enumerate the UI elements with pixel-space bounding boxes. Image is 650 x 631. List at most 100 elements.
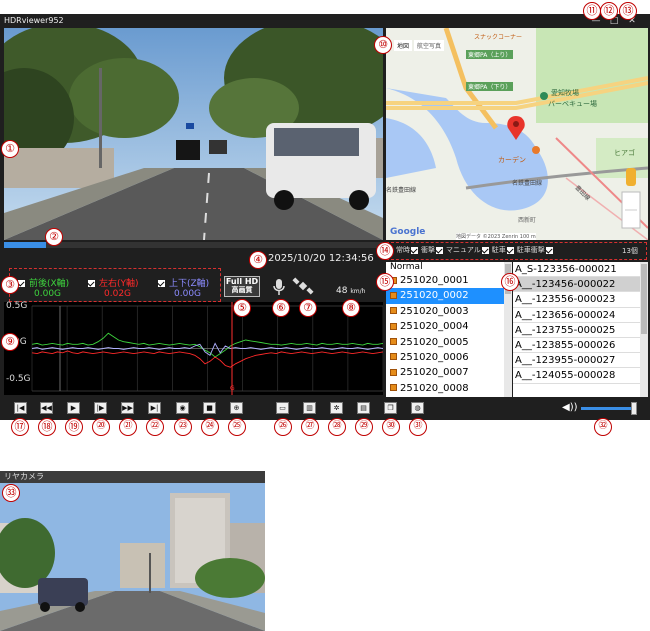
plate-list-item[interactable]: A__-123556-000023: [513, 292, 640, 308]
folder-button[interactable]: ▭: [276, 402, 289, 414]
file-icon: [390, 291, 397, 299]
filter-checkbox[interactable]: [411, 246, 418, 254]
speed-display: 48 km/h: [336, 286, 365, 296]
map-tab-satellite[interactable]: 航空写真: [414, 40, 445, 51]
map-tab-map[interactable]: 地図: [394, 40, 413, 51]
map-label: 名鉄豊田線: [512, 180, 543, 187]
graph-ylabel-bottom: -0.5G: [6, 374, 31, 384]
filter-option[interactable]: 衝撃: [421, 246, 443, 254]
checkbox-z[interactable]: [158, 280, 165, 287]
map-label: 西新町: [518, 217, 537, 224]
callout-marker-32: ㉜: [594, 418, 612, 436]
plate-list-item[interactable]: A_S-123356-000021: [513, 262, 640, 278]
callout-marker-33: ㉝: [2, 484, 20, 502]
window-button[interactable]: ❐: [384, 402, 397, 414]
rewind-icon: ◀◀: [41, 404, 52, 412]
plate-list-item[interactable]: A__-124055-000028: [513, 368, 640, 384]
callout-marker-10: ⑩: [374, 36, 392, 54]
file-icon: [390, 384, 397, 392]
plate-list-scrollbar[interactable]: [640, 262, 648, 397]
filter-option[interactable]: 常時: [396, 246, 418, 254]
playback-progress-bar[interactable]: [4, 242, 383, 248]
checkbox-x[interactable]: [18, 280, 25, 287]
skip-start-button[interactable]: |◀: [14, 402, 27, 414]
gsensor-y-toggle[interactable]: 左右(Y軸): [88, 276, 139, 289]
filter-checkbox[interactable]: [481, 246, 489, 254]
file-list-item[interactable]: 251020_0005: [386, 335, 504, 350]
callout-marker-21: ㉑: [119, 418, 137, 436]
snapshot-button[interactable]: ◉: [176, 402, 189, 414]
window-title: HDRviewer952: [4, 16, 64, 25]
rewind-button[interactable]: ◀◀: [40, 402, 53, 414]
plate-list[interactable]: A_S-123356-000021 A__-123456-000022 A__-12…: [513, 262, 640, 397]
rear-camera-title: リヤカメラ: [4, 472, 44, 481]
file-list-item[interactable]: 251020_0002: [386, 288, 504, 304]
datetime-display: 2025/10/20 12:34:56: [268, 253, 374, 264]
file-name: 251020_0007: [400, 367, 469, 379]
gsensor-z-toggle[interactable]: 上下(Z軸): [158, 276, 209, 289]
map-label: スナックコーナー: [474, 34, 523, 41]
delete-button[interactable]: ▥: [303, 402, 316, 414]
plate-list-item[interactable]: A__-123755-000025: [513, 323, 640, 338]
callout-marker-16: ⑯: [501, 273, 519, 291]
fast-forward-button[interactable]: ▶▶: [121, 402, 134, 414]
zoom-button[interactable]: ⊕: [230, 402, 243, 414]
microphone-icon[interactable]: [272, 278, 286, 296]
filter-option[interactable]: マニュアル: [446, 246, 489, 254]
graph-ylabel-top: 0.5G: [6, 301, 28, 311]
callout-marker-13: ⑬: [619, 2, 637, 20]
skip-end-button[interactable]: ▶|: [148, 402, 161, 414]
plate-list-item[interactable]: A__-123955-000027: [513, 353, 640, 369]
file-count: 13個: [622, 247, 638, 255]
map-label: バーベキュー場: [548, 100, 597, 108]
file-list-item[interactable]: 251020_0004: [386, 319, 504, 334]
gsensor-z-value: 0.00G: [174, 289, 202, 299]
filter-checkbox[interactable]: [506, 246, 514, 254]
filter-checkbox[interactable]: [545, 246, 553, 254]
file-list-header: Normal: [390, 262, 423, 272]
callout-marker-30: ㉚: [382, 418, 400, 436]
settings-button[interactable]: ✲: [330, 402, 343, 414]
filter-option[interactable]: 駐車: [492, 246, 514, 254]
callout-marker-4: ④: [249, 251, 267, 269]
plate-list-item[interactable]: A__-123656-000024: [513, 308, 640, 323]
skip-start-icon: |◀: [16, 404, 25, 412]
file-list-item[interactable]: 251020_0007: [386, 365, 504, 380]
file-list-item[interactable]: 251020_0008: [386, 381, 504, 396]
front-camera-video[interactable]: [4, 28, 383, 240]
volume-thumb[interactable]: [631, 402, 637, 415]
volume-icon[interactable]: ◀)): [562, 402, 578, 414]
play-button[interactable]: ▶: [67, 402, 80, 414]
gsensor-x-label: 前後(X軸): [29, 279, 70, 289]
callout-marker-22: ㉒: [146, 418, 164, 436]
file-list[interactable]: Normal 251020_0001 251020_0002 251020_0003…: [386, 262, 504, 397]
gsensor-x-value: 0.00G: [34, 289, 62, 299]
callout-marker-12: ⑫: [600, 2, 618, 20]
file-list-item[interactable]: 251020_0006: [386, 350, 504, 365]
step-button[interactable]: |▶: [94, 402, 107, 414]
language-button[interactable]: ◍: [411, 402, 424, 414]
gsensor-x-toggle[interactable]: 前後(X軸): [18, 276, 69, 289]
callout-marker-18: ⑱: [38, 418, 56, 436]
plate-list-item[interactable]: A__-123855-000026: [513, 338, 640, 354]
map-copyright: 地図データ ©2023 Zenrin 100 m: [456, 233, 536, 240]
checkbox-y[interactable]: [88, 280, 95, 287]
save-button[interactable]: ▤: [357, 402, 370, 414]
rear-camera-window: リヤカメラ: [0, 471, 265, 631]
rear-camera-video[interactable]: [0, 483, 265, 631]
map-label: カーデン: [498, 156, 526, 164]
gsensor-graph[interactable]: [4, 302, 383, 395]
settings-icon: ✲: [333, 404, 340, 412]
volume-slider[interactable]: [581, 407, 636, 410]
video-capture-button[interactable]: ■: [203, 402, 216, 414]
plate-list-item[interactable]: A__-123456-000022: [513, 277, 640, 293]
file-list-item[interactable]: 251020_0003: [386, 304, 504, 319]
callout-marker-29: ㉙: [355, 418, 373, 436]
callout-marker-8: ⑧: [342, 299, 360, 317]
video-capture-icon: ■: [206, 404, 213, 412]
filter-checkbox[interactable]: [436, 246, 443, 254]
filter-option[interactable]: 駐車衝撃: [517, 246, 553, 254]
step-icon: |▶: [96, 404, 105, 412]
map-view[interactable]: 地図 航空写真 スナックコーナー 東郷PA（上り） 東郷PA（下り） 愛知牧場 …: [386, 28, 648, 240]
file-list-item[interactable]: 251020_0001: [386, 273, 504, 288]
